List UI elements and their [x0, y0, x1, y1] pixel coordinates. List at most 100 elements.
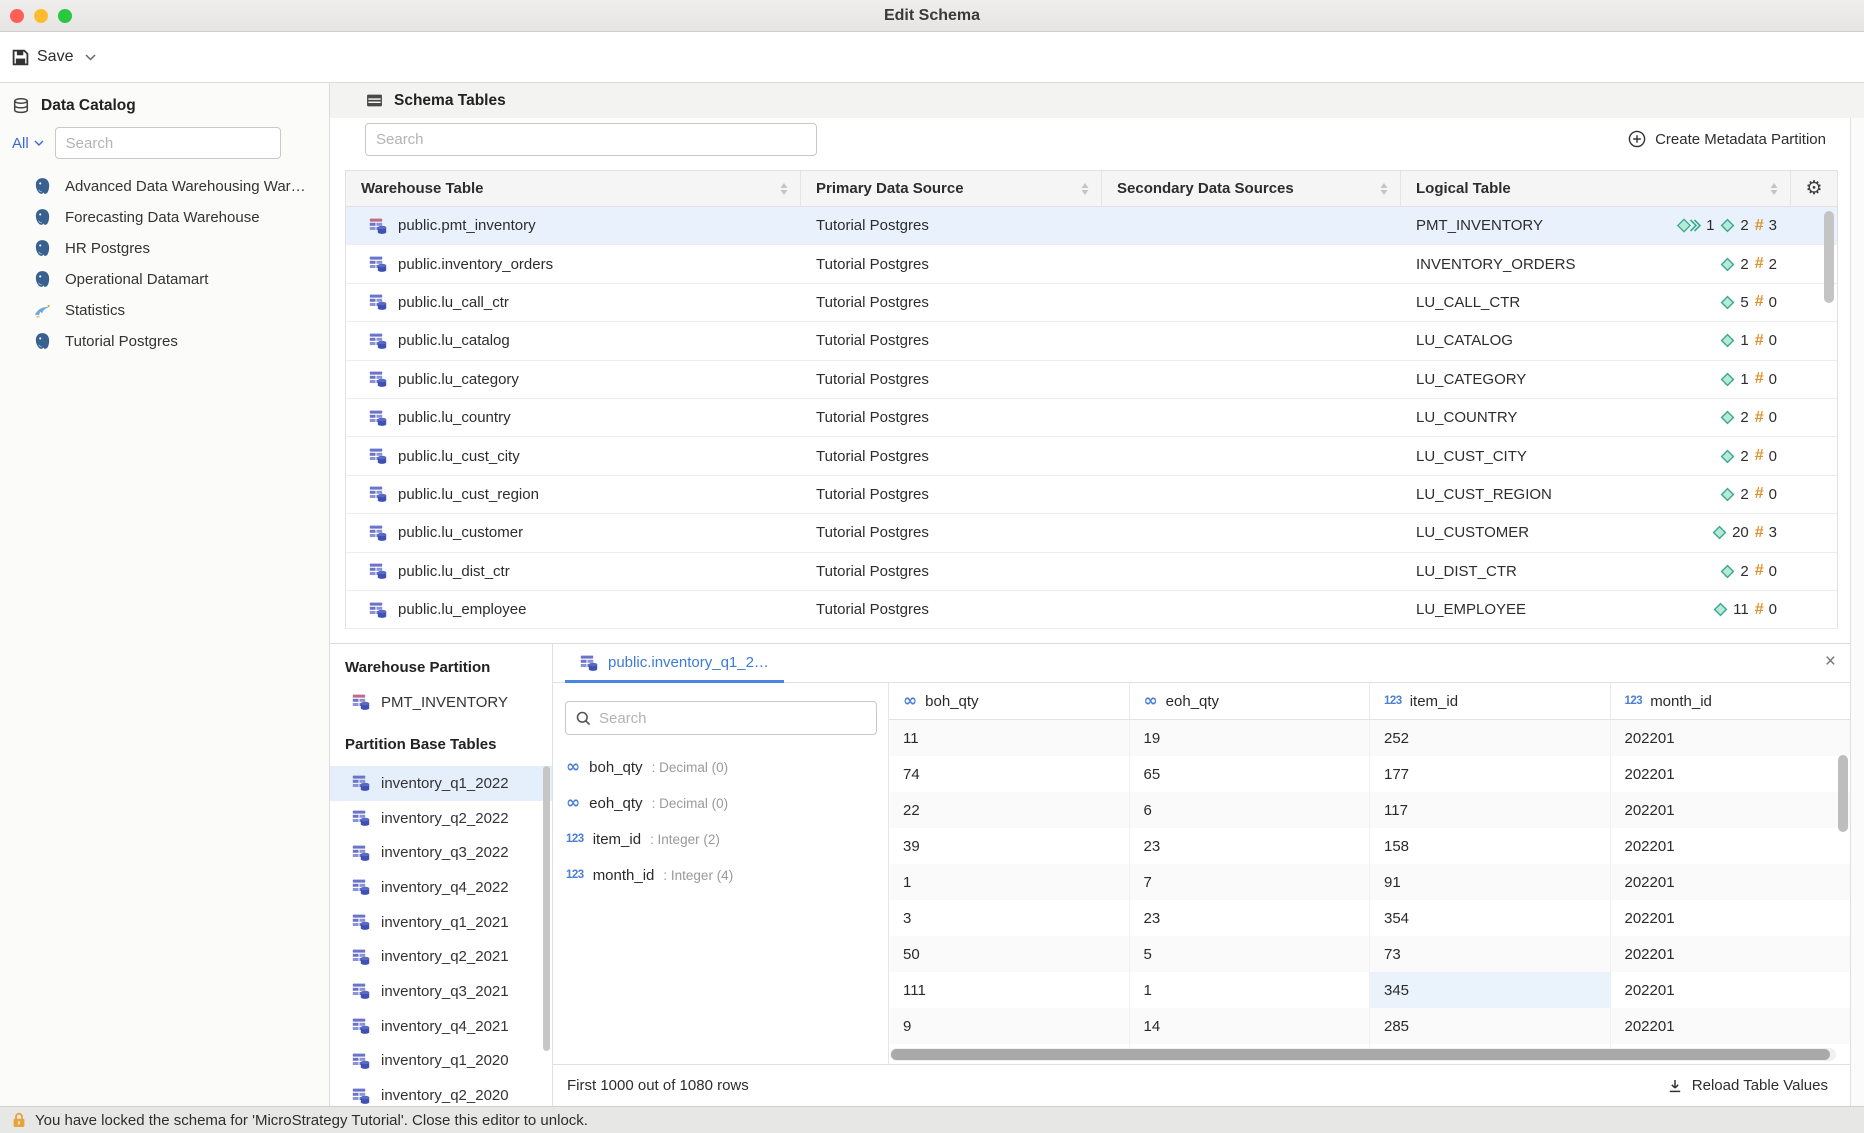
catalog-item[interactable]: Advanced Data Warehousing War… — [0, 171, 329, 202]
field-list-item[interactable]: ∞eoh_qty: Decimal (0) — [553, 785, 888, 821]
warehouse-table-cell: public.lu_cust_region — [346, 485, 801, 503]
catalog-search-input[interactable] — [55, 127, 281, 159]
column-header-primary-data-source[interactable]: Primary Data Source — [801, 171, 1102, 206]
partition-base-table-item[interactable]: inventory_q4_2022 — [330, 870, 552, 905]
grid-row[interactable]: 1119252202201 — [889, 720, 1850, 756]
tab-public-inventory-q1[interactable]: public.inventory_q1_2… — [565, 645, 784, 683]
save-button[interactable]: Save — [12, 48, 96, 66]
grid-cell: 158 — [1369, 828, 1610, 864]
table-icon — [352, 878, 370, 896]
partition-base-table-item[interactable]: inventory_q2_2020 — [330, 1078, 552, 1106]
schema-table-row[interactable]: public.lu_categoryTutorial PostgresLU_CA… — [346, 361, 1837, 399]
grid-cell: 5 — [1129, 936, 1370, 972]
schema-table-row[interactable]: public.lu_employeeTutorial PostgresLU_EM… — [346, 591, 1837, 629]
schema-table-row[interactable]: public.lu_dist_ctrTutorial PostgresLU_DI… — [346, 553, 1837, 591]
partition-base-table-item[interactable]: inventory_q3_2021 — [330, 974, 552, 1009]
schema-table-row[interactable]: public.lu_customerTutorial PostgresLU_CU… — [346, 514, 1837, 552]
catalog-item[interactable]: Statistics — [0, 295, 329, 326]
field-list-item[interactable]: 123item_id: Integer (2) — [553, 821, 888, 857]
table-icon — [352, 809, 370, 827]
grid-column-header[interactable]: ∞eoh_qty — [1129, 683, 1370, 719]
grid-column-header[interactable]: ∞boh_qty — [889, 683, 1129, 719]
data-catalog-title: Data Catalog — [41, 97, 136, 115]
partition-table-item[interactable]: PMT_INVENTORY — [352, 693, 552, 711]
field-list-item[interactable]: 123month_id: Integer (4) — [553, 857, 888, 893]
catalog-item[interactable]: Tutorial Postgres — [0, 326, 329, 357]
grid-cell: 39 — [889, 828, 1129, 864]
partition-base-table-item[interactable]: inventory_q1_2020 — [330, 1044, 552, 1079]
catalog-item[interactable]: HR Postgres — [0, 233, 329, 264]
schema-table-row[interactable]: public.lu_cust_regionTutorial PostgresLU… — [346, 476, 1837, 514]
grid-cell: 285 — [1369, 1008, 1610, 1044]
partition-list-scrollbar[interactable] — [543, 766, 550, 1051]
grid-row[interactable]: 3923158202201 — [889, 828, 1850, 864]
partition-base-table-item[interactable]: inventory_q2_2021 — [330, 939, 552, 974]
logical-table-cell: LU_EMPLOYEE11#0 — [1401, 601, 1791, 619]
chevron-down-icon[interactable] — [85, 54, 96, 61]
schema-tables-search-input[interactable] — [365, 123, 817, 156]
warehouse-table-cell: public.lu_dist_ctr — [346, 562, 801, 580]
partition-table-icon — [369, 217, 387, 235]
sort-icon[interactable] — [1380, 183, 1388, 195]
field-search-input[interactable] — [599, 710, 866, 727]
catalog-filter-dropdown[interactable]: All — [12, 135, 44, 152]
create-metadata-partition-button[interactable]: Create Metadata Partition — [1628, 130, 1826, 148]
catalog-item[interactable]: Operational Datamart — [0, 264, 329, 295]
logical-table-cell: LU_COUNTRY2#0 — [1401, 409, 1791, 427]
partition-base-table-item[interactable]: inventory_q1_2021 — [330, 905, 552, 940]
table-settings-gear-icon[interactable]: ⚙ — [1791, 171, 1837, 206]
column-header-secondary-data-sources[interactable]: Secondary Data Sources — [1102, 171, 1401, 206]
sort-icon[interactable] — [1081, 183, 1089, 195]
column-header-logical-table[interactable]: Logical Table — [1401, 171, 1791, 206]
logical-table-cell: INVENTORY_ORDERS2#2 — [1401, 255, 1791, 273]
partition-base-tables-list: inventory_q1_2022inventory_q2_2022invent… — [330, 766, 552, 1106]
grid-column-header[interactable]: 123item_id — [1369, 683, 1610, 719]
schema-tables-table: Warehouse Table Primary Data Source Seco… — [345, 170, 1838, 629]
grid-row[interactable]: 50573202201 — [889, 936, 1850, 972]
sort-icon[interactable] — [1770, 183, 1778, 195]
integer-icon: 123 — [566, 869, 584, 881]
search-icon — [576, 711, 591, 726]
grid-row[interactable]: 914285202201 — [889, 1008, 1850, 1044]
partition-base-table-item[interactable]: inventory_q4_2021 — [330, 1009, 552, 1044]
schema-table-row[interactable]: public.lu_countryTutorial PostgresLU_COU… — [346, 399, 1837, 437]
grid-row[interactable]: 323354202201 — [889, 900, 1850, 936]
column-header-warehouse-table[interactable]: Warehouse Table — [346, 171, 801, 206]
grid-vertical-scrollbar[interactable] — [1838, 755, 1848, 832]
field-list-item[interactable]: ∞boh_qty: Decimal (0) — [553, 749, 888, 785]
postgres-icon — [33, 177, 52, 196]
right-edge-strip — [1850, 118, 1864, 1106]
schema-table-row[interactable]: public.lu_cust_cityTutorial PostgresLU_C… — [346, 437, 1837, 475]
schema-table-row[interactable]: public.lu_call_ctrTutorial PostgresLU_CA… — [346, 284, 1837, 322]
partition-base-table-item[interactable]: inventory_q2_2022 — [330, 801, 552, 836]
grid-row[interactable]: 1111345202201 — [889, 972, 1850, 1008]
maximize-window-icon[interactable] — [58, 9, 72, 23]
primary-data-source-cell: Tutorial Postgres — [801, 486, 1102, 503]
grid-row[interactable]: 226117202201 — [889, 792, 1850, 828]
grid-row[interactable]: 1791202201 — [889, 864, 1850, 900]
close-window-icon[interactable] — [10, 9, 24, 23]
catalog-item[interactable]: Forecasting Data Warehouse — [0, 202, 329, 233]
sort-icon[interactable] — [780, 183, 788, 195]
schema-table-vertical-scrollbar[interactable] — [1824, 211, 1834, 303]
schema-tables-header: Schema Tables — [330, 83, 1864, 118]
grid-column-header[interactable]: 123month_id — [1610, 683, 1851, 719]
decimal-icon: ∞ — [903, 693, 917, 710]
close-preview-icon[interactable]: × — [1825, 652, 1836, 671]
grid-cell: 3 — [889, 900, 1129, 936]
schema-table-row[interactable]: public.inventory_ordersTutorial Postgres… — [346, 245, 1837, 283]
grid-row[interactable]: 7465177202201 — [889, 756, 1850, 792]
grid-horizontal-scrollbar[interactable] — [891, 1049, 1830, 1060]
reload-table-values-button[interactable]: Reload Table Values — [1667, 1077, 1828, 1094]
grid-cell: 6 — [1129, 792, 1370, 828]
schema-table-row[interactable]: public.lu_catalogTutorial PostgresLU_CAT… — [346, 322, 1837, 360]
minimize-window-icon[interactable] — [34, 9, 48, 23]
partition-base-table-item[interactable]: inventory_q1_2022 — [330, 766, 552, 801]
decimal-icon: ∞ — [566, 795, 580, 812]
fact-hash-icon: # — [1755, 601, 1764, 619]
grid-cell: 7 — [1129, 864, 1370, 900]
traffic-lights — [10, 9, 72, 23]
schema-table-row[interactable]: public.pmt_inventoryTutorial PostgresPMT… — [346, 207, 1837, 245]
partition-base-table-item[interactable]: inventory_q3_2022 — [330, 835, 552, 870]
integer-icon: 123 — [1625, 695, 1643, 707]
